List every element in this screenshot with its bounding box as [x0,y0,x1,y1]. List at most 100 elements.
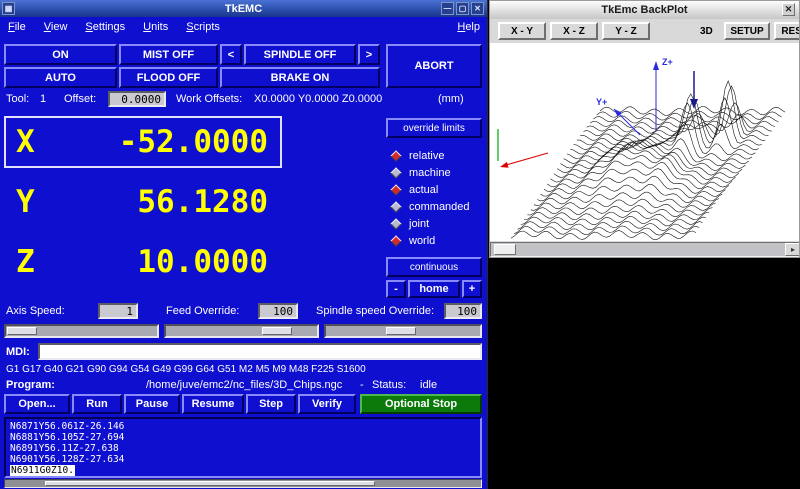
program-status-label: Status: [372,379,406,391]
spindle-override-slider-handle[interactable] [386,327,416,335]
radio-actual-label: actual [409,184,438,196]
optional-stop-button[interactable]: Optional Stop [360,394,482,414]
backplot-close-icon[interactable]: ✕ [782,3,795,16]
radio-commanded-label: commanded [409,201,470,213]
radio-machine[interactable]: machine [390,165,484,180]
axis-speed-entry[interactable]: 1 [98,303,138,319]
mode-button[interactable]: AUTO [4,67,117,88]
view-3d-indicator[interactable]: 3D [700,26,713,37]
spindle-override-slider[interactable] [324,324,482,338]
view-xz-button[interactable]: X - Z [550,22,598,40]
dro-axis-z[interactable]: Z 10.0000 [4,236,282,288]
scroll-right-icon[interactable]: ▸ [785,243,800,256]
spindle-increase-button[interactable]: > [358,44,380,65]
open-button[interactable]: Open... [4,394,70,414]
menu-scripts[interactable]: Scripts [186,21,220,33]
radio-commanded[interactable]: commanded [390,199,484,214]
maximize-icon[interactable]: ▢ [456,2,469,15]
dro-axis-x[interactable]: X -52.0000 [4,116,282,168]
axis-y-value: 56.1280 [137,184,280,220]
feed-override-slider-handle[interactable] [262,327,292,335]
spindle-override-label: Spindle speed Override: [316,305,434,317]
menu-help[interactable]: Help [457,21,480,33]
window-controls: — ▢ ✕ [441,2,484,15]
setup-button[interactable]: SETUP [724,22,770,40]
program-status-dash: - [360,379,364,391]
backplot-hscrollbar-handle[interactable] [494,244,516,255]
gcode-line: N6931M9 [10,476,476,478]
radio-world-label: world [409,235,435,247]
view-yz-button[interactable]: Y - Z [602,22,650,40]
dro-axis-y[interactable]: Y 56.1280 [4,176,282,228]
axis-y-letter: Y [6,184,35,220]
axis-speed-slider-handle[interactable] [7,327,37,335]
program-listing[interactable]: N6871Y56.061Z-26.146 N6881Y56.105Z-27.69… [4,417,482,478]
program-label: Program: [6,379,55,391]
radio-relative[interactable]: relative [390,148,484,163]
mdi-label: MDI: [6,346,30,358]
backplot-window: TkEmc BackPlot ✕ X - Y X - Z Y - Z 3D SE… [489,0,800,258]
backplot-hscrollbar[interactable]: ▸ [490,242,800,257]
flood-button[interactable]: FLOOD OFF [119,67,218,88]
step-button[interactable]: Step [246,394,296,414]
listing-hscrollbar[interactable] [4,479,482,488]
jog-minus-button[interactable]: - [386,280,406,298]
radio-world[interactable]: world [390,233,484,248]
backplot-canvas[interactable]: Z+ Y+ [490,43,800,241]
window-menu-icon[interactable]: ▦ [2,2,15,15]
home-button[interactable]: home [408,280,460,298]
x-axis-line [506,153,548,165]
tkemc-window: ▦ TkEMC — ▢ ✕ File View Settings Units S… [0,0,488,489]
pause-button[interactable]: Pause [124,394,180,414]
gcode-line: N6891Y56.11Z-27.638 [10,443,476,454]
tkemc-titlebar[interactable]: ▦ TkEMC — ▢ ✕ [0,0,487,17]
brake-button[interactable]: BRAKE ON [220,67,380,88]
menu-view[interactable]: View [44,21,68,33]
jog-mode-menubutton[interactable]: continuous [386,257,482,277]
units-label: (mm) [438,93,464,105]
radio-machine-label: machine [409,167,451,179]
z-axis-arrow-icon [653,61,659,70]
mdi-input[interactable] [38,343,482,360]
run-button[interactable]: Run [72,394,122,414]
minimize-icon[interactable]: — [441,2,454,15]
menu-settings[interactable]: Settings [85,21,125,33]
spindle-button[interactable]: SPINDLE OFF [244,44,356,65]
toolpath-wireframe [511,81,785,240]
spindle-override-entry[interactable]: 100 [444,303,482,319]
view-xy-button[interactable]: X - Y [498,22,546,40]
close-icon[interactable]: ✕ [471,2,484,15]
power-button[interactable]: ON [4,44,117,65]
menu-units[interactable]: Units [143,21,168,33]
radio-relative-label: relative [409,150,444,162]
axis-x-letter: X [6,124,35,160]
radio-indicator-icon [390,201,402,213]
x-axis-arrow-icon [500,162,509,168]
feed-override-label: Feed Override: [166,305,239,317]
radio-joint[interactable]: joint [390,216,484,231]
radio-actual[interactable]: actual [390,182,484,197]
verify-button[interactable]: Verify [298,394,356,414]
window-title: TkEMC [225,3,262,15]
axis-speed-slider[interactable] [4,324,159,338]
program-path: /home/juve/emc2/nc_files/3D_Chips.ngc [146,379,342,391]
jog-plus-button[interactable]: + [462,280,482,298]
gcode-line-current: N6911G0Z10. [10,465,75,476]
work-offsets-value: X0.0000 Y0.0000 Z0.0000 [254,93,382,105]
offset-entry[interactable]: 0.0000 [108,91,166,107]
override-limits-button[interactable]: override limits [386,118,482,138]
axis-z-letter: Z [6,244,35,280]
listing-hscrollbar-handle[interactable] [45,481,375,486]
reset-button[interactable]: RESET [774,22,800,40]
feed-override-entry[interactable]: 100 [258,303,298,319]
abort-button[interactable]: ABORT [386,44,482,88]
gcode-line: N6871Y56.061Z-26.146 [10,421,476,432]
resume-button[interactable]: Resume [182,394,244,414]
feed-override-slider[interactable] [164,324,319,338]
mist-button[interactable]: MIST OFF [119,44,218,65]
spindle-decrease-button[interactable]: < [220,44,242,65]
radio-indicator-icon [390,218,402,230]
backplot-titlebar[interactable]: TkEmc BackPlot ✕ [490,1,799,19]
menu-file[interactable]: File [8,21,26,33]
axis-speed-label: Axis Speed: [6,305,65,317]
